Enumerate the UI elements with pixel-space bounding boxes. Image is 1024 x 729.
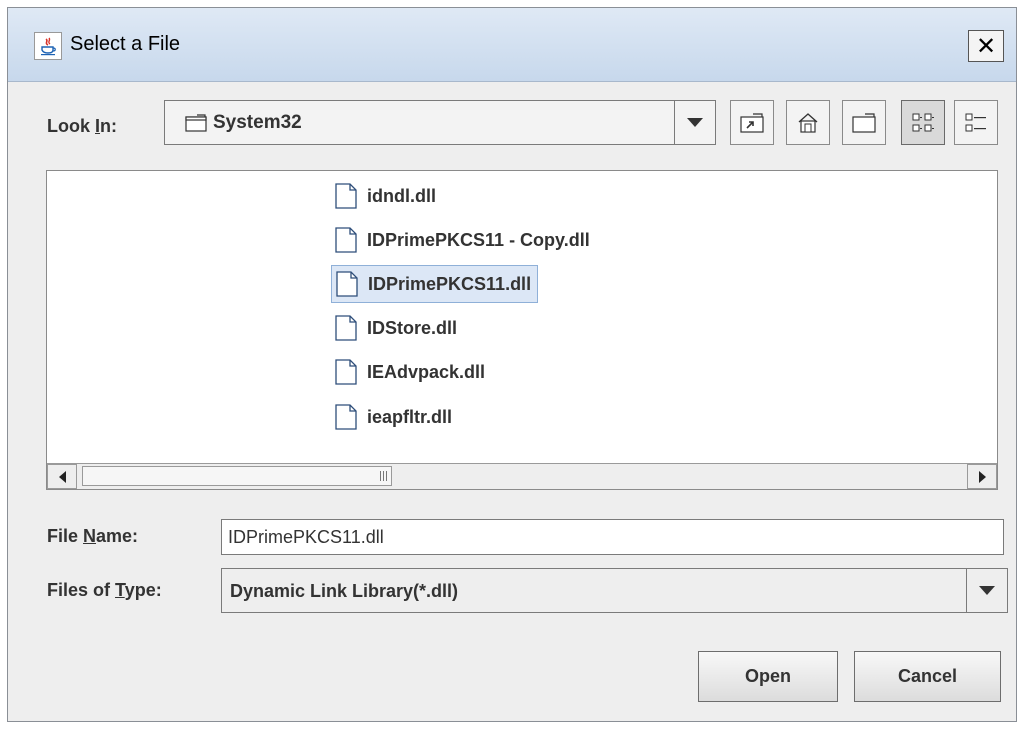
file-item[interactable]: ieapfltr.dll [331,400,458,434]
file-name-label: ieapfltr.dll [367,406,453,427]
file-chooser-dialog: Select a File ✕ Look In: System32 idndl.… [7,7,1017,722]
file-icon [335,183,357,209]
close-button[interactable]: ✕ [968,30,1004,62]
chevron-down-icon [979,586,995,595]
up-one-level-icon [740,112,764,133]
file-type-dropdown-arrow[interactable] [966,569,1007,612]
new-folder-button[interactable] [842,100,886,145]
cancel-button[interactable]: Cancel [854,651,1001,702]
file-type-label: Files of Type: [47,580,162,600]
scroll-left-button[interactable] [47,464,77,489]
window-title: Select a File [70,33,181,55]
details-view-button[interactable] [954,100,998,145]
home-icon [798,112,818,133]
home-button[interactable] [786,100,830,145]
details-view-icon [965,113,986,131]
file-type-combo[interactable]: Dynamic Link Library(*.dll) [221,568,1008,613]
scrollbar-thumb[interactable] [82,466,392,486]
file-list[interactable]: idndl.dll IDPrimePKCS11 - Copy.dll IDPri… [46,170,998,490]
file-type-value: Dynamic Link Library(*.dll) [230,581,459,601]
chevron-left-icon [58,470,66,483]
file-icon [335,359,357,385]
file-name-label: File Name: [47,526,139,546]
horizontal-scrollbar[interactable] [47,463,997,489]
file-name-input[interactable] [221,519,1004,555]
up-one-level-button[interactable] [730,100,774,145]
list-view-button[interactable] [901,100,945,145]
close-icon: ✕ [975,32,997,60]
chevron-down-icon [687,118,703,127]
look-in-combo[interactable]: System32 [164,100,716,145]
list-view-icon [912,113,934,131]
chevron-right-icon [978,470,986,483]
file-item[interactable]: IEAdvpack.dll [331,355,491,389]
look-in-value: System32 [213,112,302,133]
scroll-right-button[interactable] [967,464,997,489]
folder-icon [185,114,207,137]
open-button[interactable]: Open [698,651,838,702]
file-item[interactable]: idndl.dll [331,179,442,213]
file-name-label: IDPrimePKCS11.dll [368,273,532,294]
file-item-selected[interactable]: IDPrimePKCS11.dll [331,265,539,303]
file-icon [335,404,357,430]
file-icon [335,227,357,253]
file-item[interactable]: IDStore.dll [331,311,463,345]
title-bar[interactable]: Select a File ✕ [8,8,1016,82]
grip-icon [380,471,387,481]
file-item[interactable]: IDPrimePKCS11 - Copy.dll [331,223,596,257]
look-in-label: Look In: [47,116,118,136]
file-name-label: IEAdvpack.dll [367,361,486,382]
file-name-label: IDStore.dll [367,317,458,338]
file-icon [335,315,357,341]
file-name-label: IDPrimePKCS11 - Copy.dll [367,229,590,250]
new-folder-icon [852,112,876,133]
java-app-icon [34,32,62,60]
file-name-label: idndl.dll [367,185,436,206]
look-in-dropdown-arrow[interactable] [674,101,715,144]
file-icon [336,271,358,297]
